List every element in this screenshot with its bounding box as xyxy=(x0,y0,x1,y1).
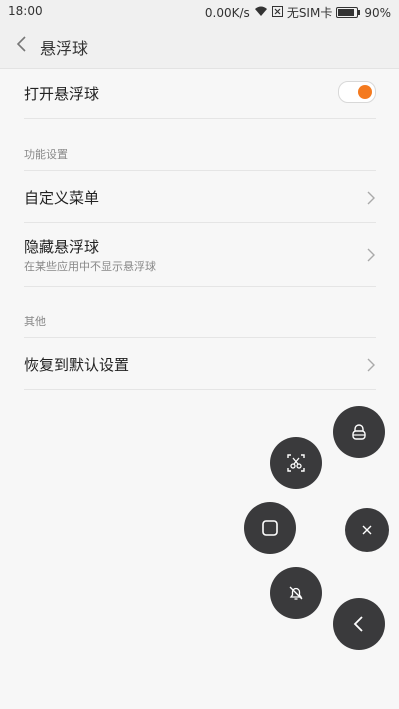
status-bar: 18:00 0.00K/s 无SIM卡 90% xyxy=(0,0,399,22)
toggle-knob xyxy=(358,85,372,99)
chevron-left-icon xyxy=(16,36,26,52)
status-time: 18:00 xyxy=(8,4,43,18)
status-right-group: 0.00K/s 无SIM卡 90% xyxy=(205,4,391,21)
setting-label: 恢复到默认设置 xyxy=(24,356,130,374)
section-label-function: 功能设置 xyxy=(24,148,68,161)
sim-status: 无SIM卡 xyxy=(286,6,333,20)
section-label-other: 其他 xyxy=(24,315,46,328)
setting-custom-menu[interactable]: 自定义菜单 xyxy=(24,171,376,223)
recent-apps-icon xyxy=(262,520,278,536)
chevron-right-icon xyxy=(366,357,376,372)
wifi-icon xyxy=(254,6,268,20)
chevron-right-icon xyxy=(366,247,376,262)
float-back-button[interactable] xyxy=(333,598,385,650)
battery-percent: 90% xyxy=(364,5,391,20)
screenshot-icon xyxy=(287,454,305,472)
setting-hide-float-ball[interactable]: 隐藏悬浮球 在某些应用中不显示悬浮球 xyxy=(24,223,376,287)
float-lock-screen-button[interactable] xyxy=(333,406,385,458)
setting-description: 在某些应用中不显示悬浮球 xyxy=(24,260,156,273)
float-mute-button[interactable] xyxy=(270,567,322,619)
page-title: 悬浮球 xyxy=(40,39,89,58)
title-bar: 悬浮球 xyxy=(0,22,399,69)
sim-icon xyxy=(271,5,283,20)
lock-screen-icon xyxy=(352,424,366,440)
setting-label: 打开悬浮球 xyxy=(24,85,100,103)
float-screenshot-button[interactable] xyxy=(270,437,322,489)
close-icon xyxy=(362,525,372,535)
setting-open-float-ball[interactable]: 打开悬浮球 xyxy=(24,68,376,119)
float-close-button[interactable] xyxy=(345,508,389,552)
setting-label: 自定义菜单 xyxy=(24,189,100,207)
back-icon xyxy=(353,616,363,632)
float-ball-toggle[interactable] xyxy=(338,81,376,103)
back-button[interactable] xyxy=(14,34,32,54)
setting-restore-default[interactable]: 恢复到默认设置 xyxy=(24,338,376,390)
battery-icon xyxy=(336,7,361,18)
network-speed: 0.00K/s xyxy=(204,5,250,20)
mute-icon xyxy=(289,586,303,600)
float-recent-apps-button[interactable] xyxy=(244,502,296,554)
chevron-right-icon xyxy=(366,190,376,205)
setting-label: 隐藏悬浮球 xyxy=(24,238,100,256)
